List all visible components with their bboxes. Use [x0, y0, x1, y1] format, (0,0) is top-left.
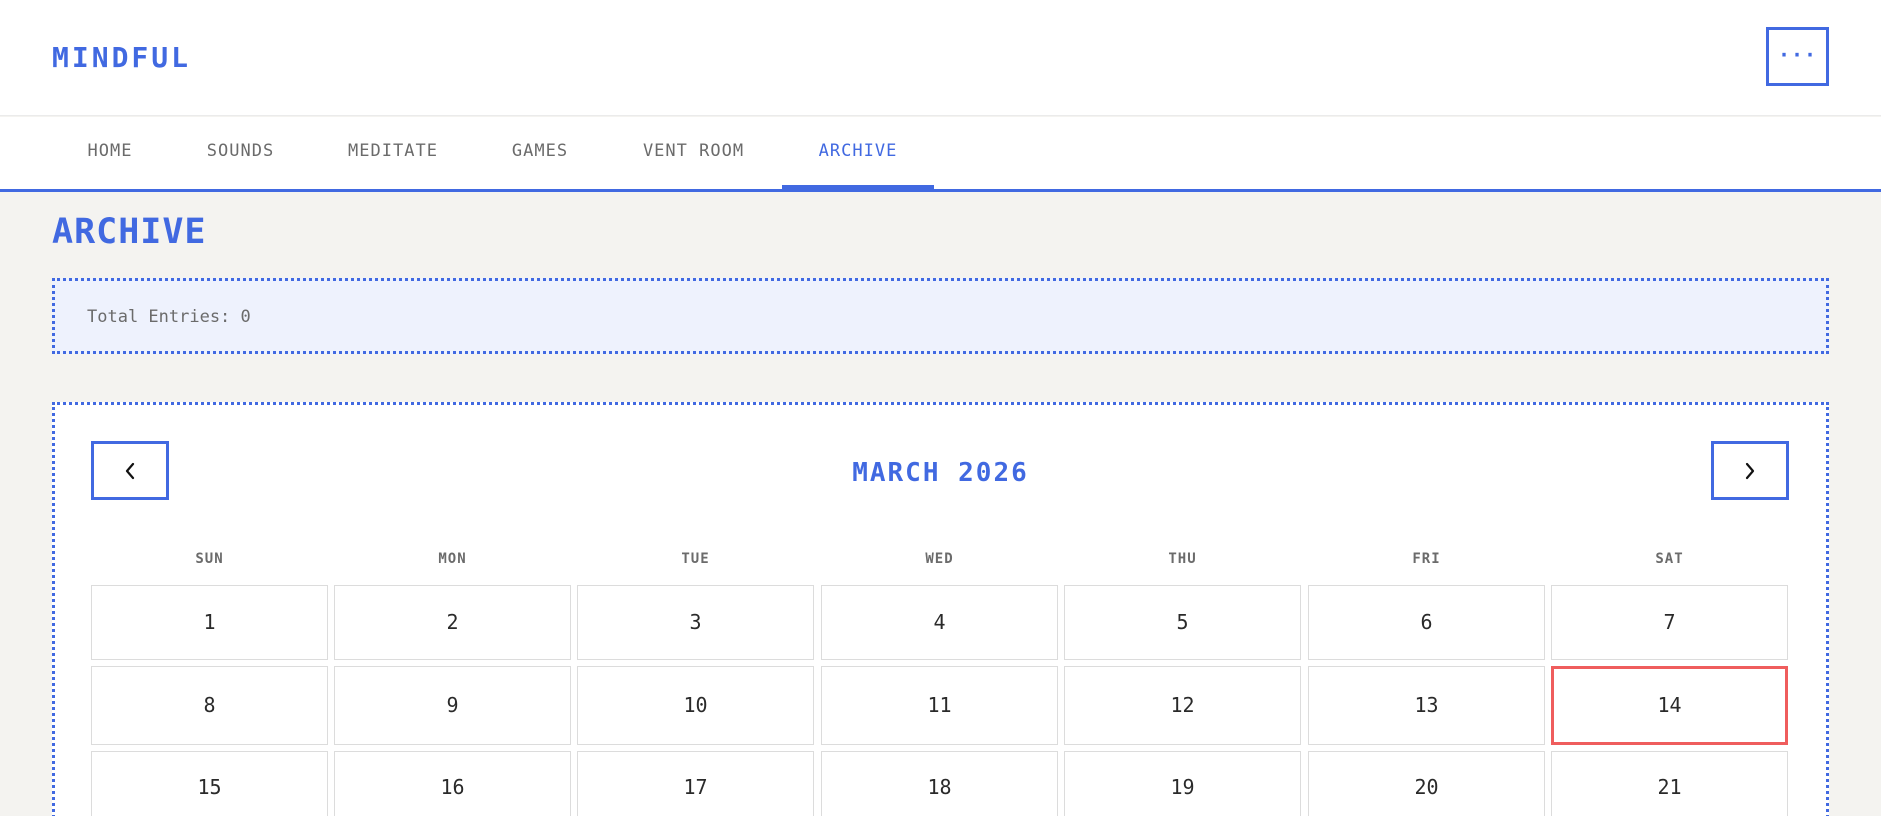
calendar-day[interactable]: 13	[1308, 666, 1545, 745]
app-logo[interactable]: MINDFUL	[52, 40, 191, 76]
calendar-day[interactable]: 18	[821, 751, 1058, 816]
stats-panel: Total Entries: 0	[52, 278, 1829, 354]
calendar-day[interactable]: 8	[91, 666, 328, 745]
calendar-day[interactable]: 12	[1064, 666, 1301, 745]
nav-item-archive[interactable]: ARCHIVE	[782, 117, 934, 189]
calendar-day[interactable]: 7	[1551, 585, 1788, 660]
weekday-tue: TUE	[681, 551, 710, 567]
weekday-sat: SAT	[1655, 551, 1684, 567]
calendar-month-title: MARCH 2026	[852, 458, 1029, 488]
nav-item-home[interactable]: HOME	[52, 117, 168, 189]
calendar-day[interactable]: 3	[577, 585, 814, 660]
calendar-day[interactable]: 19	[1064, 751, 1301, 816]
more-menu-button[interactable]: ···	[1766, 27, 1829, 86]
nav-item-meditate[interactable]: MEDITATE	[313, 117, 473, 189]
calendar-day[interactable]: 5	[1064, 585, 1301, 660]
nav-item-vent-room[interactable]: VENT ROOM	[607, 117, 780, 189]
weekday-thu: THU	[1168, 551, 1197, 567]
calendar-day[interactable]: 15	[91, 751, 328, 816]
weekday-fri: FRI	[1412, 551, 1441, 567]
nav-item-sounds[interactable]: SOUNDS	[175, 117, 306, 189]
calendar-day[interactable]: 16	[334, 751, 571, 816]
total-entries-label: Total Entries: 0	[87, 307, 251, 327]
calendar-day[interactable]: 6	[1308, 585, 1545, 660]
app-header: MINDFUL ···	[0, 0, 1881, 116]
main-nav: HOME SOUNDS MEDITATE GAMES VENT ROOM ARC…	[0, 117, 1881, 192]
calendar-day[interactable]: 21	[1551, 751, 1788, 816]
calendar-day[interactable]: 2	[334, 585, 571, 660]
calendar-day-today[interactable]: 14	[1551, 666, 1788, 745]
next-month-button[interactable]	[1711, 441, 1789, 500]
chevron-right-icon	[1745, 462, 1755, 479]
calendar-day[interactable]: 17	[577, 751, 814, 816]
weekday-mon: MON	[438, 551, 467, 567]
weekday-wed: WED	[925, 551, 954, 567]
calendar-day[interactable]: 10	[577, 666, 814, 745]
calendar-day[interactable]: 4	[821, 585, 1058, 660]
calendar-day[interactable]: 1	[91, 585, 328, 660]
calendar-day[interactable]: 20	[1308, 751, 1545, 816]
page-title: ARCHIVE	[52, 212, 207, 252]
nav-item-games[interactable]: GAMES	[480, 117, 600, 189]
calendar-day[interactable]: 11	[821, 666, 1058, 745]
calendar-day[interactable]: 9	[334, 666, 571, 745]
weekday-sun: SUN	[195, 551, 224, 567]
calendar-panel: MARCH 2026 SUN MON TUE WED THU FRI SAT 1…	[52, 402, 1829, 816]
